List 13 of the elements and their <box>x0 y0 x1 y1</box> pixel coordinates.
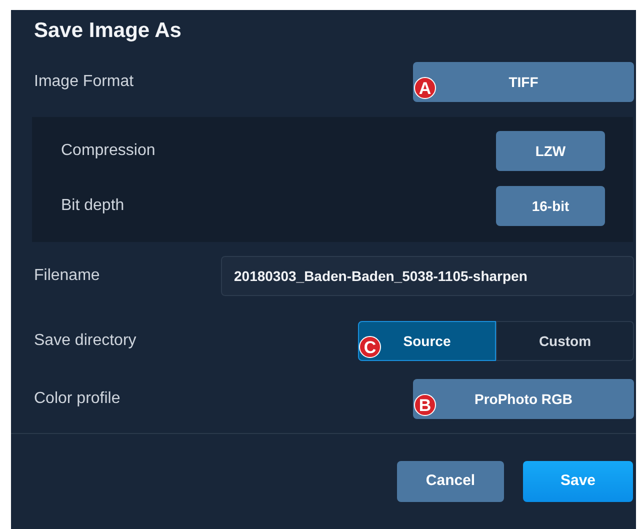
dropdown-button[interactable]: LZW <box>496 131 605 171</box>
dropdown-button[interactable]: 16-bit <box>496 186 605 226</box>
field-label: Bit depth <box>60 196 124 216</box>
dialog-title: Save Image As <box>33 18 182 44</box>
segment-button[interactable]: Custom <box>496 321 634 361</box>
field-label: Compression <box>60 141 156 161</box>
field-label: Save directory <box>33 331 136 351</box>
field-label: Color profile <box>33 389 120 409</box>
save-button[interactable]: Save <box>523 461 633 502</box>
field-label: Filename <box>33 266 100 286</box>
field-label: Image Format <box>33 72 134 92</box>
cancel-button[interactable]: Cancel <box>397 461 504 502</box>
filename-field[interactable]: 20180303_Baden-Baden_5038-1105-sharpen <box>221 256 634 296</box>
